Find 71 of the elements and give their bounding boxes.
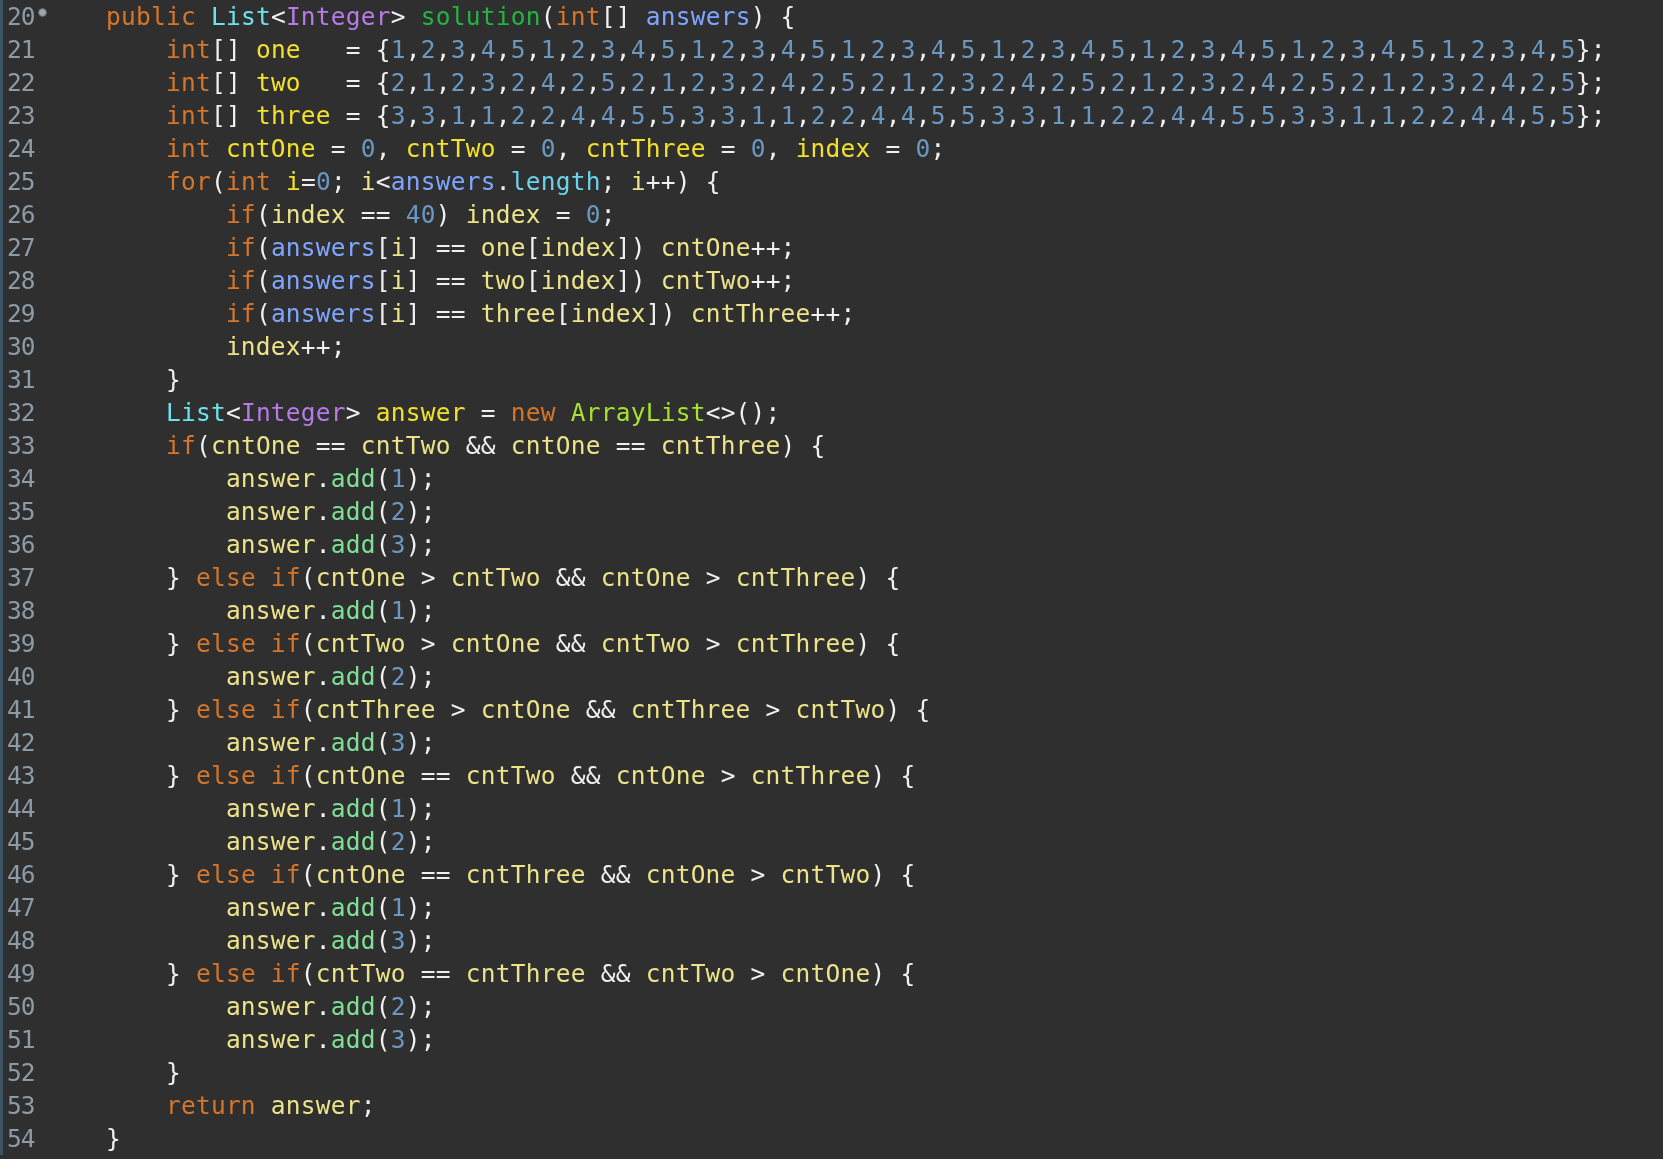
code-line: } <box>104 1123 121 1155</box>
line-number: 50 <box>7 992 35 1021</box>
line-number: 24 <box>7 134 35 163</box>
line-number: 35 <box>7 497 35 526</box>
code-line: } else if(cntOne > cntTwo && cntOne > cntThree) { <box>164 562 901 594</box>
code-line: } else if(cntThree > cntOne && cntThree > cntTwo) { <box>164 694 931 726</box>
line-number: 54 <box>7 1124 35 1153</box>
code-line: } else if(cntOne == cntThree && cntOne > cntTwo) { <box>164 859 916 891</box>
line-number: 43 <box>7 761 35 790</box>
line-number: 37 <box>7 563 35 592</box>
line-number: 40 <box>7 662 35 691</box>
code-line: } else if(cntTwo > cntOne && cntTwo > cntThree) { <box>164 628 901 660</box>
line-number: 36 <box>7 530 35 559</box>
line-number: 46 <box>7 860 35 889</box>
code-line: int[] two = {2,1,2,3,2,4,2,5,2,1,2,3,2,4,2,5,2,1,2,3,2,4,2,5,2,1,2,3,2,4,2,5,2,1,2,3,2,4,2,5}; <box>164 67 1606 99</box>
line-number: 45 <box>7 827 35 856</box>
line-number: 48 <box>7 926 35 955</box>
code-line: answer.add(3); <box>224 1024 436 1056</box>
line-number: 21 <box>7 35 35 64</box>
line-number: 33 <box>7 431 35 460</box>
line-number: 26 <box>7 200 35 229</box>
code-line: for(int i=0; i<answers.length; i++) { <box>164 166 721 198</box>
line-number: 51 <box>7 1025 35 1054</box>
code-line: if(index == 40) index = 0; <box>224 199 616 231</box>
line-number: 28 <box>7 266 35 295</box>
line-number: 42 <box>7 728 35 757</box>
line-number: 30 <box>7 332 35 361</box>
code-line: answer.add(1); <box>224 793 436 825</box>
line-number: 31 <box>7 365 35 394</box>
code-line: int[] one = {1,2,3,4,5,1,2,3,4,5,1,2,3,4,5,1,2,3,4,5,1,2,3,4,5,1,2,3,4,5,1,2,3,4,5,1,2,3,4,5}; <box>164 34 1606 66</box>
line-number: 53 <box>7 1091 35 1120</box>
line-number: 41 <box>7 695 35 724</box>
code-line: int[] three = {3,3,1,1,2,2,4,4,5,5,3,3,1,1,2,2,4,4,5,5,3,3,1,1,2,2,4,4,5,5,3,3,1,1,2,2,4,4,5,5}; <box>164 100 1606 132</box>
code-line: answer.add(1); <box>224 463 436 495</box>
code-line: return answer; <box>164 1090 376 1122</box>
code-line: if(answers[i] == three[index]) cntThree++; <box>224 298 856 330</box>
code-line: index++; <box>224 331 346 363</box>
code-line: answer.add(2); <box>224 826 436 858</box>
line-number: 38 <box>7 596 35 625</box>
line-number: 27 <box>7 233 35 262</box>
code-line: } <box>164 364 181 396</box>
code-line: answer.add(2); <box>224 991 436 1023</box>
fold-icon[interactable] <box>38 8 47 17</box>
line-number: 49 <box>7 959 35 988</box>
line-number: 47 <box>7 893 35 922</box>
line-number: 23 <box>7 101 35 130</box>
line-number: 39 <box>7 629 35 658</box>
code-line: answer.add(3); <box>224 727 436 759</box>
code-line: } else if(cntTwo == cntThree && cntTwo > cntOne) { <box>164 958 916 990</box>
code-line: answer.add(3); <box>224 529 436 561</box>
line-number: 52 <box>7 1058 35 1087</box>
code-line: answer.add(1); <box>224 595 436 627</box>
code-line: } else if(cntOne == cntTwo && cntOne > cntThree) { <box>164 760 916 792</box>
line-number: 25 <box>7 167 35 196</box>
line-number: 44 <box>7 794 35 823</box>
code-line: answer.add(2); <box>224 661 436 693</box>
code-line: int cntOne = 0, cntTwo = 0, cntThree = 0, index = 0; <box>164 133 946 165</box>
line-number: 34 <box>7 464 35 493</box>
code-line: answer.add(2); <box>224 496 436 528</box>
code-line: public List<Integer> solution(int[] answers) { <box>104 1 796 33</box>
code-line: answer.add(3); <box>224 925 436 957</box>
line-number: 20 <box>7 2 35 31</box>
code-line: if(answers[i] == one[index]) cntOne++; <box>224 232 796 264</box>
code-line: if(cntOne == cntTwo && cntOne == cntThree) { <box>164 430 826 462</box>
line-number: 32 <box>7 398 35 427</box>
code-line: List<Integer> answer = new ArrayList<>(); <box>164 397 781 429</box>
code-line: } <box>164 1057 181 1089</box>
code-line: answer.add(1); <box>224 892 436 924</box>
line-number: 22 <box>7 68 35 97</box>
code-line: if(answers[i] == two[index]) cntTwo++; <box>224 265 796 297</box>
line-number: 29 <box>7 299 35 328</box>
